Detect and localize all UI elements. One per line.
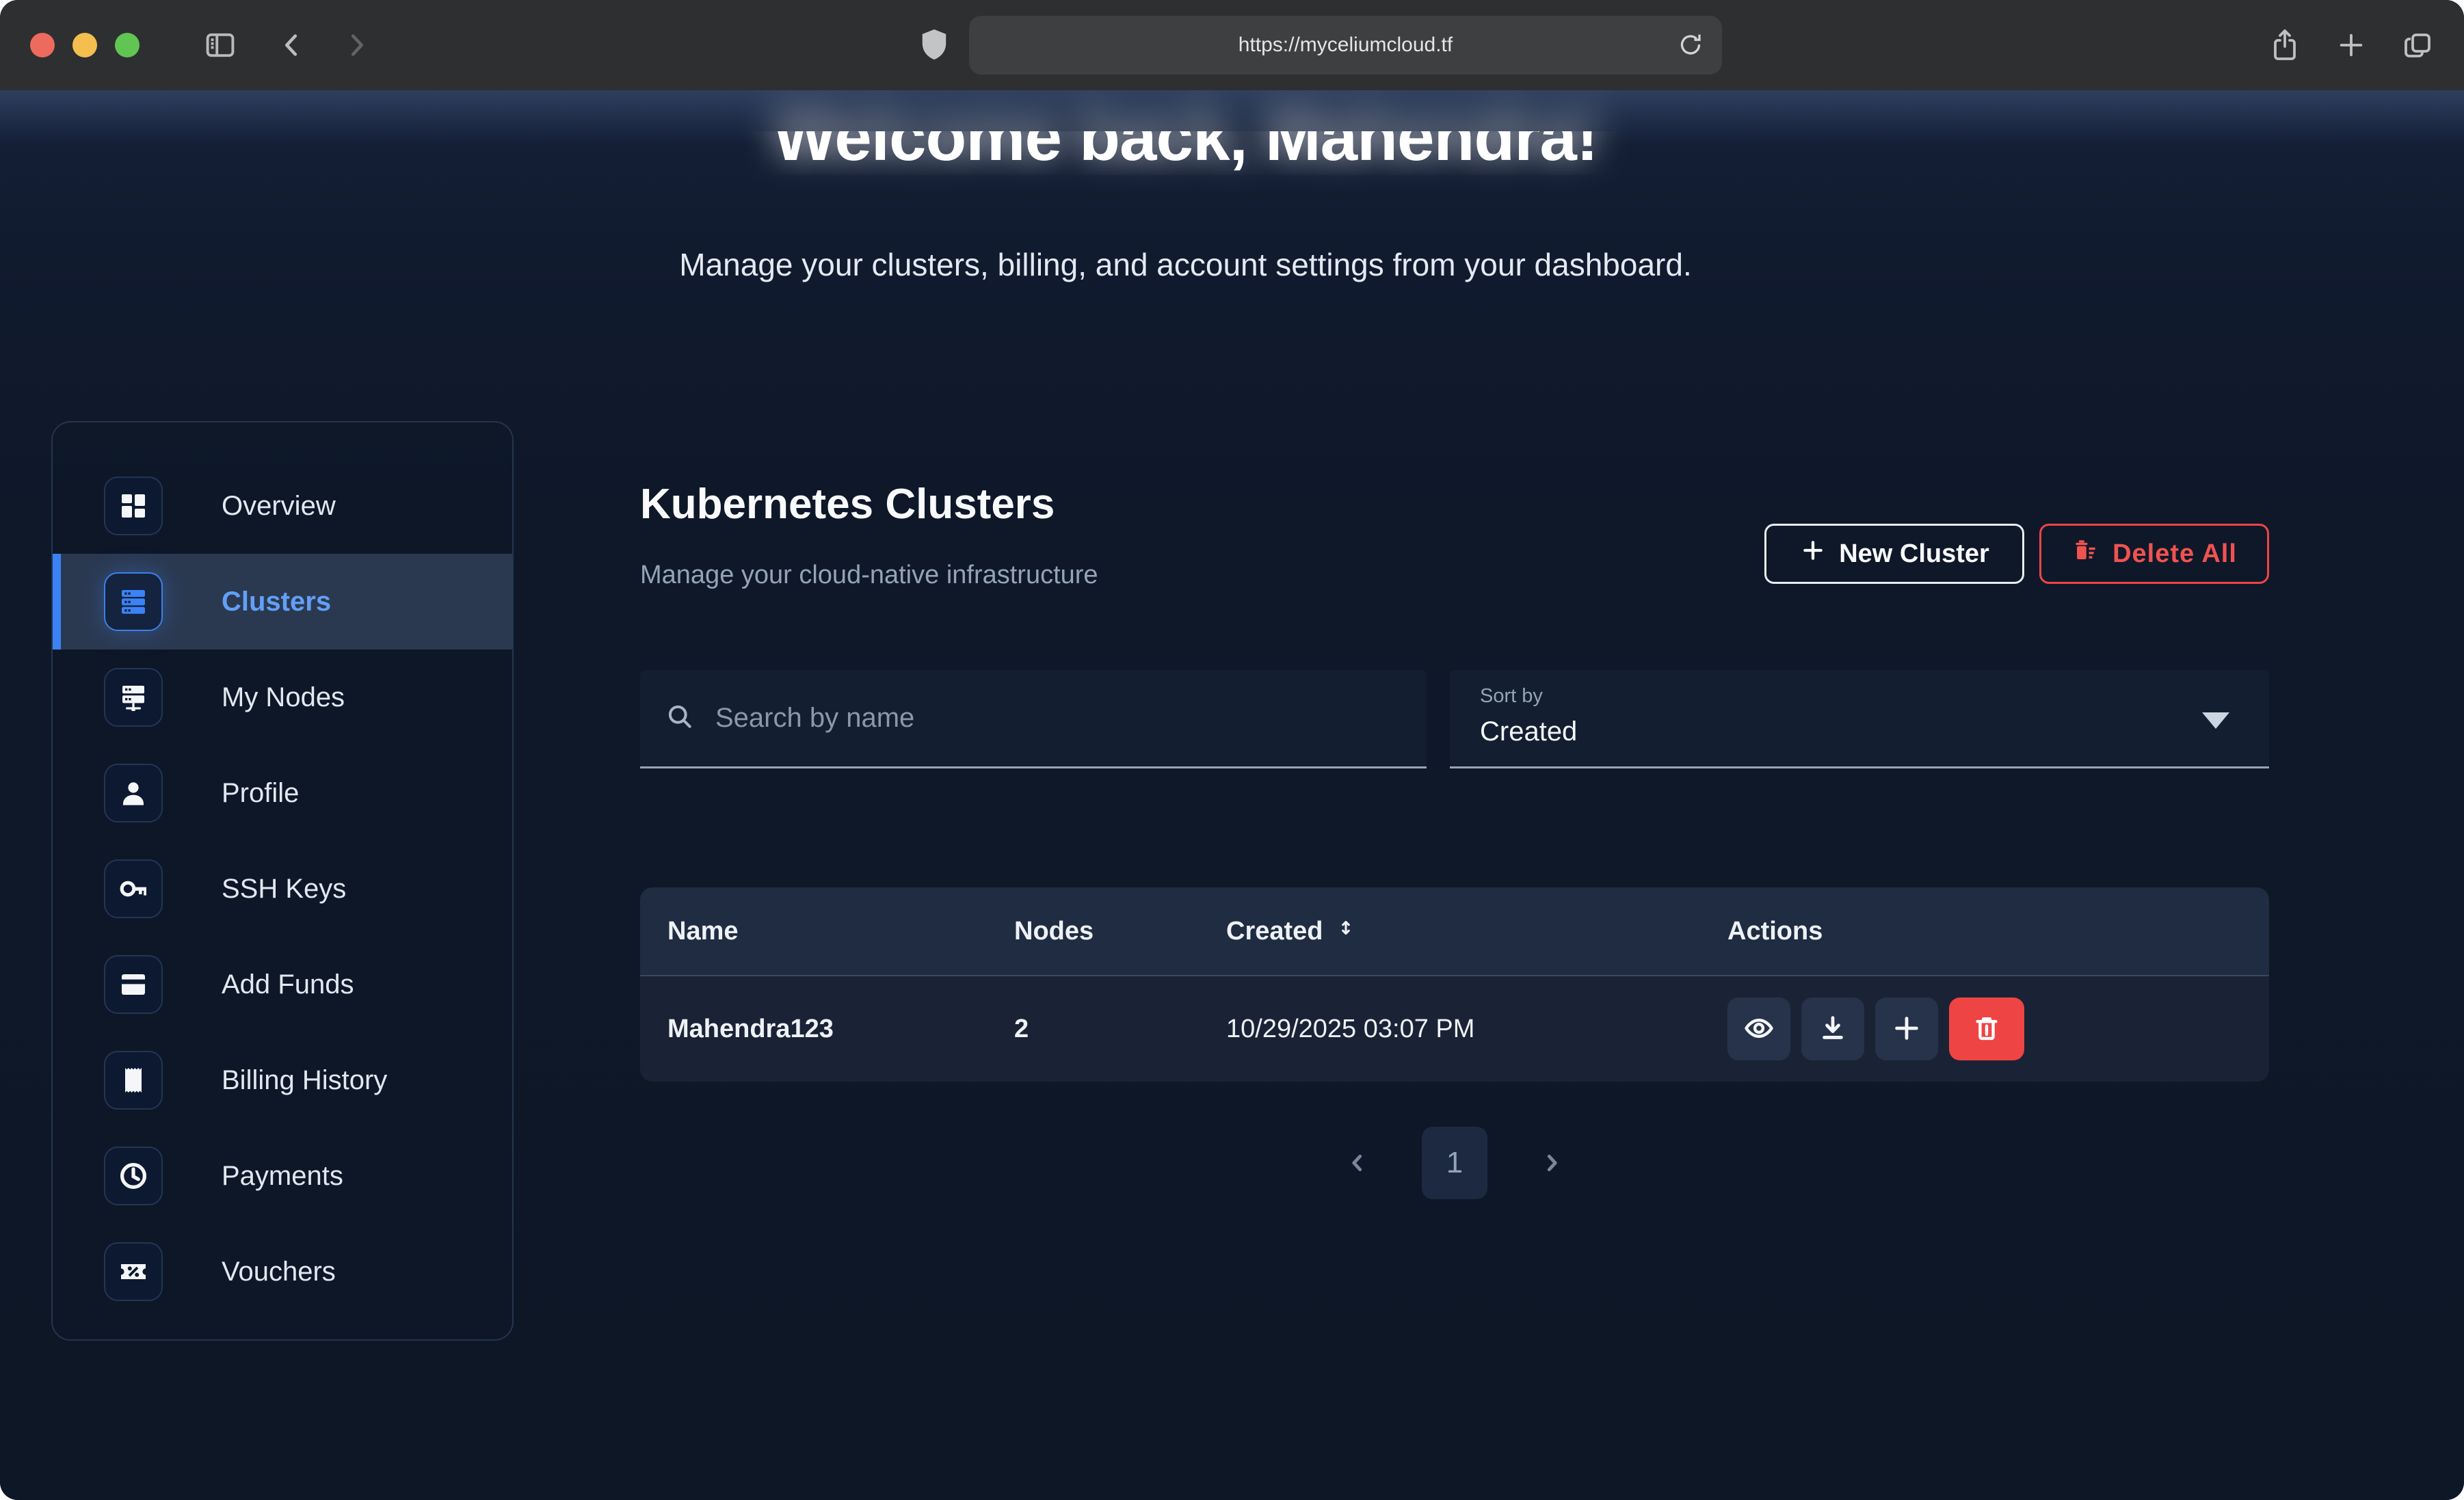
address-bar[interactable]: https://myceliumcloud.tf	[969, 16, 1722, 75]
back-icon[interactable]	[276, 29, 308, 61]
new-cluster-label: New Cluster	[1839, 539, 1989, 569]
privacy-shield-icon[interactable]	[918, 27, 950, 63]
column-header-actions: Actions	[1727, 887, 1823, 975]
sidebar-item-payments[interactable]: Payments	[53, 1128, 512, 1224]
sort-arrows-icon	[1334, 916, 1357, 946]
search-input[interactable]	[714, 702, 1402, 734]
table-header-row: Name Nodes Created Actions	[640, 887, 2269, 976]
close-window-button[interactable]	[30, 33, 55, 57]
nodes-icon	[104, 668, 163, 727]
forward-icon[interactable]	[341, 29, 372, 61]
sidebar: Overview Clusters My Nodes	[51, 421, 514, 1341]
key-icon	[104, 859, 163, 918]
user-icon	[104, 764, 163, 822]
section-title: Kubernetes Clusters	[640, 480, 1055, 528]
cell-cluster-name: Mahendra123	[667, 976, 834, 1082]
download-icon	[1817, 1013, 1849, 1046]
sidebar-item-label: Vouchers	[222, 1257, 336, 1287]
refresh-icon[interactable]	[1677, 31, 1704, 59]
delete-all-button[interactable]: Delete All	[2039, 524, 2269, 584]
hero-section: Welcome back, Mahendra! Welcome back, Ma…	[0, 100, 2464, 283]
row-actions	[1727, 997, 2024, 1060]
add-node-button[interactable]	[1875, 997, 1938, 1060]
browser-toolbar: https://myceliumcloud.tf	[0, 0, 2464, 90]
column-header-name: Name	[667, 887, 739, 975]
chevron-down-icon	[2202, 712, 2229, 729]
sidebar-item-billing-history[interactable]: Billing History	[53, 1032, 512, 1128]
sidebar-item-label: Add Funds	[222, 969, 354, 1000]
column-header-nodes: Nodes	[1014, 887, 1094, 975]
sidebar-item-overview[interactable]: Overview	[53, 458, 512, 554]
sidebar-item-label: Billing History	[222, 1065, 387, 1096]
sidebar-item-my-nodes[interactable]: My Nodes	[53, 649, 512, 745]
sidebar-item-label: Payments	[222, 1161, 343, 1192]
dashboard-icon	[104, 477, 163, 535]
pagination: 1	[640, 1127, 2269, 1199]
delete-cluster-button[interactable]	[1949, 997, 2024, 1060]
tab-overview-icon[interactable]	[2401, 29, 2434, 62]
page-content: Welcome back, Mahendra! Welcome back, Ma…	[0, 90, 2464, 1500]
new-tab-icon[interactable]	[2335, 29, 2367, 61]
screenshot: https://myceliumcloud.tf Welcome back	[0, 0, 2464, 1500]
ticket-icon	[104, 1242, 163, 1301]
share-icon[interactable]	[2268, 27, 2301, 63]
column-header-created-label: Created	[1226, 917, 1323, 946]
sidebar-toggle-icon[interactable]	[202, 27, 238, 63]
sidebar-item-profile[interactable]: Profile	[53, 745, 512, 841]
cell-node-count: 2	[1014, 976, 1029, 1082]
page-title: Welcome back, Mahendra!	[0, 100, 2371, 175]
sidebar-item-vouchers[interactable]: Vouchers	[53, 1224, 512, 1320]
column-header-created[interactable]: Created	[1226, 887, 1357, 975]
sidebar-item-label: Profile	[222, 778, 299, 809]
download-kubeconfig-button[interactable]	[1801, 997, 1864, 1060]
plus-icon	[1891, 1013, 1922, 1046]
next-page-icon[interactable]	[1535, 1127, 1568, 1199]
trash-icon	[1971, 1013, 2002, 1046]
search-icon	[665, 701, 695, 735]
sidebar-item-label: SSH Keys	[222, 874, 346, 905]
sidebar-item-clusters[interactable]: Clusters	[53, 554, 512, 649]
section-subtitle: Manage your cloud-native infrastructure	[640, 561, 1098, 590]
delete-all-label: Delete All	[2112, 539, 2237, 569]
eye-icon	[1743, 1013, 1775, 1046]
clusters-table: Name Nodes Created Actions Mahendra123 2	[640, 887, 2269, 1082]
sidebar-item-label: Overview	[222, 491, 336, 522]
minimize-window-button[interactable]	[72, 33, 97, 57]
sidebar-item-label: Clusters	[222, 587, 331, 617]
sort-value: Created	[1480, 716, 1577, 747]
cell-created-date: 10/29/2025 03:07 PM	[1226, 976, 1474, 1082]
window-controls	[30, 33, 140, 57]
servers-icon	[104, 572, 163, 631]
page-subtitle: Manage your clusters, billing, and accou…	[0, 246, 2371, 283]
sort-label: Sort by	[1480, 685, 1543, 708]
zoom-window-button[interactable]	[115, 33, 140, 57]
view-cluster-button[interactable]	[1727, 997, 1790, 1060]
sidebar-item-add-funds[interactable]: Add Funds	[53, 937, 512, 1032]
header-actions: New Cluster Delete All	[1764, 524, 2269, 584]
filter-row: Sort by Created	[640, 670, 2269, 768]
sort-select[interactable]: Sort by Created	[1450, 670, 2269, 768]
page-number[interactable]: 1	[1422, 1127, 1487, 1199]
trash-sweep-icon	[2071, 536, 2100, 572]
previous-page-icon[interactable]	[1341, 1127, 1374, 1199]
clock-icon	[104, 1147, 163, 1205]
credit-card-icon	[104, 955, 163, 1014]
sidebar-item-label: My Nodes	[222, 682, 345, 713]
plus-icon	[1799, 537, 1827, 571]
search-box	[640, 670, 1427, 768]
table-row: Mahendra123 2 10/29/2025 03:07 PM	[640, 976, 2269, 1082]
receipt-icon	[104, 1051, 163, 1110]
new-cluster-button[interactable]: New Cluster	[1764, 524, 2024, 584]
browser-window: https://myceliumcloud.tf Welcome back	[0, 0, 2464, 1500]
url-text: https://myceliumcloud.tf	[1238, 34, 1453, 57]
sidebar-item-ssh-keys[interactable]: SSH Keys	[53, 841, 512, 937]
